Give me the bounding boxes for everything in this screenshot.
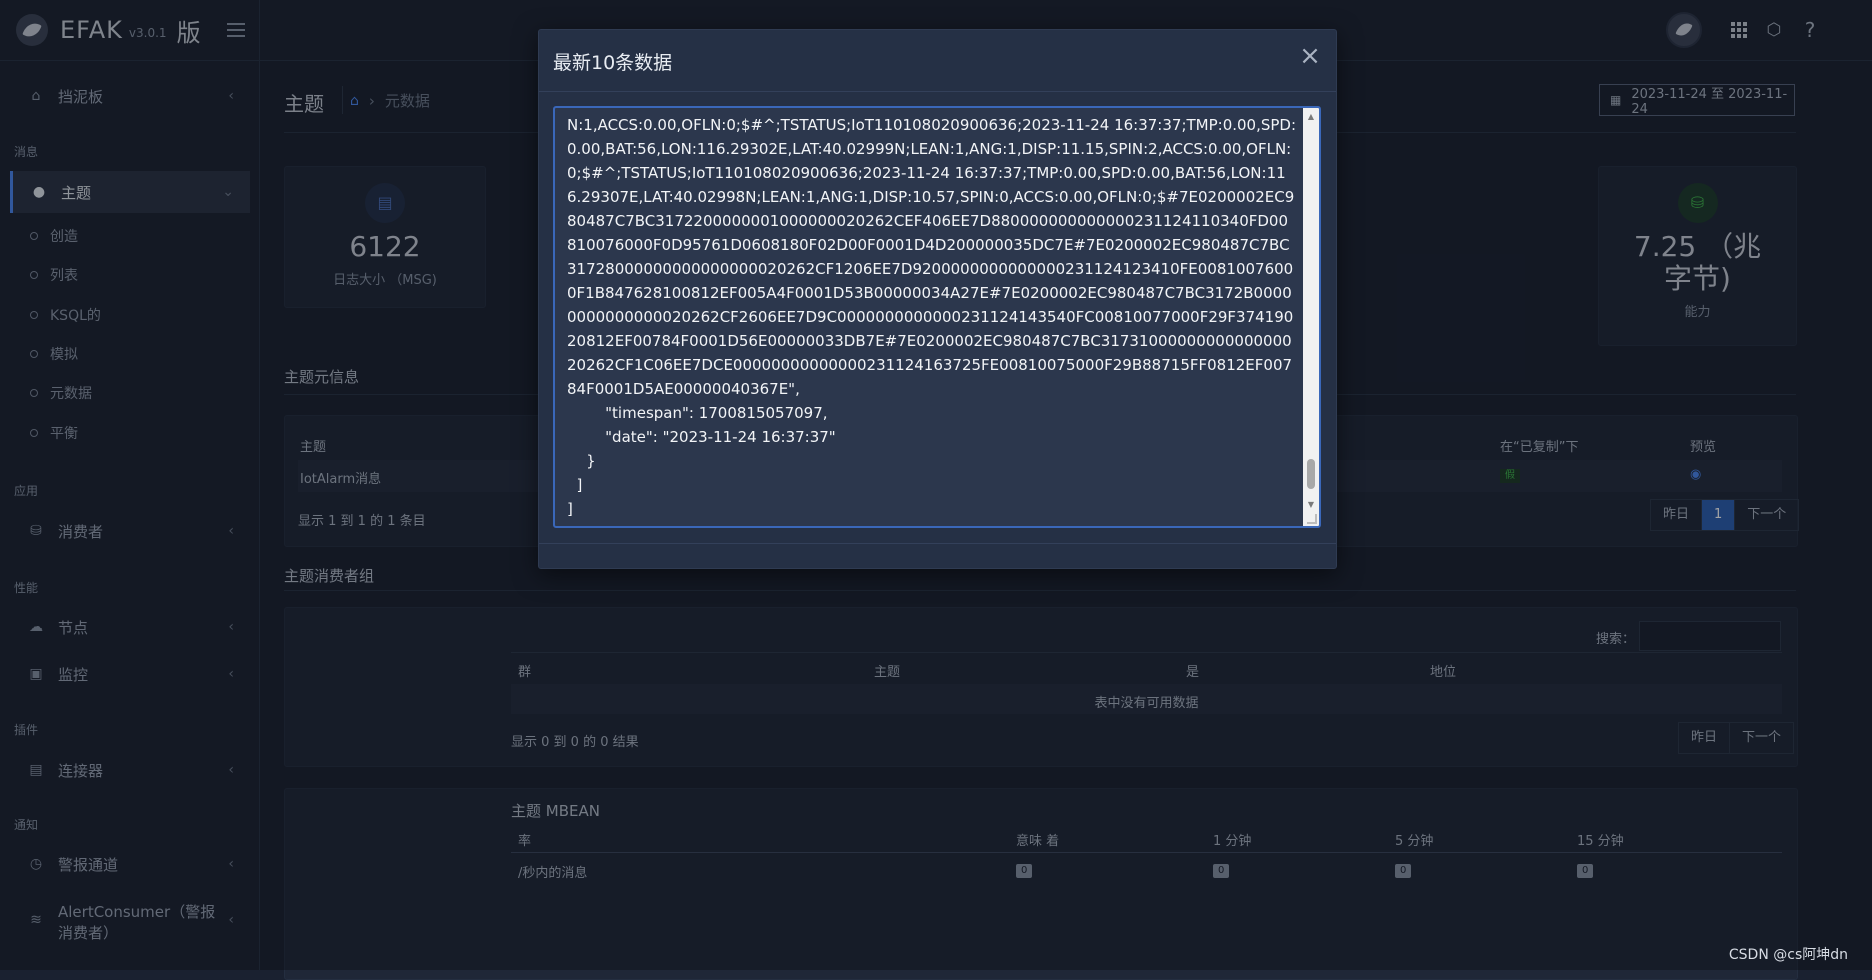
resize-handle-icon[interactable] [1307, 514, 1317, 524]
modal-body: N:1,ACCS:0.00,OFLN:0;$#^;TSTATUS;IoT1101… [553, 106, 1321, 528]
scroll-down-arrow-icon[interactable]: ▼ [1303, 498, 1319, 512]
modal-footer [539, 543, 1336, 568]
modal-header: 最新10条数据 × [539, 30, 1336, 92]
scroll-up-arrow-icon[interactable]: ▲ [1303, 110, 1319, 124]
modal-title: 最新10条数据 [553, 52, 673, 74]
latest-data-modal: 最新10条数据 × N:1,ACCS:0.00,OFLN:0;$#^;TSTAT… [538, 29, 1337, 569]
scrollbar-thumb[interactable] [1307, 459, 1315, 489]
close-icon[interactable]: × [1298, 43, 1322, 69]
watermark: CSDN @cs阿坤dn [1728, 947, 1848, 963]
data-textarea[interactable]: N:1,ACCS:0.00,OFLN:0;$#^;TSTATUS;IoT1101… [553, 106, 1321, 528]
data-textarea-content: N:1,ACCS:0.00,OFLN:0;$#^;TSTATUS;IoT1101… [567, 116, 1297, 518]
textarea-scrollbar[interactable]: ▲ ▼ [1303, 108, 1319, 526]
